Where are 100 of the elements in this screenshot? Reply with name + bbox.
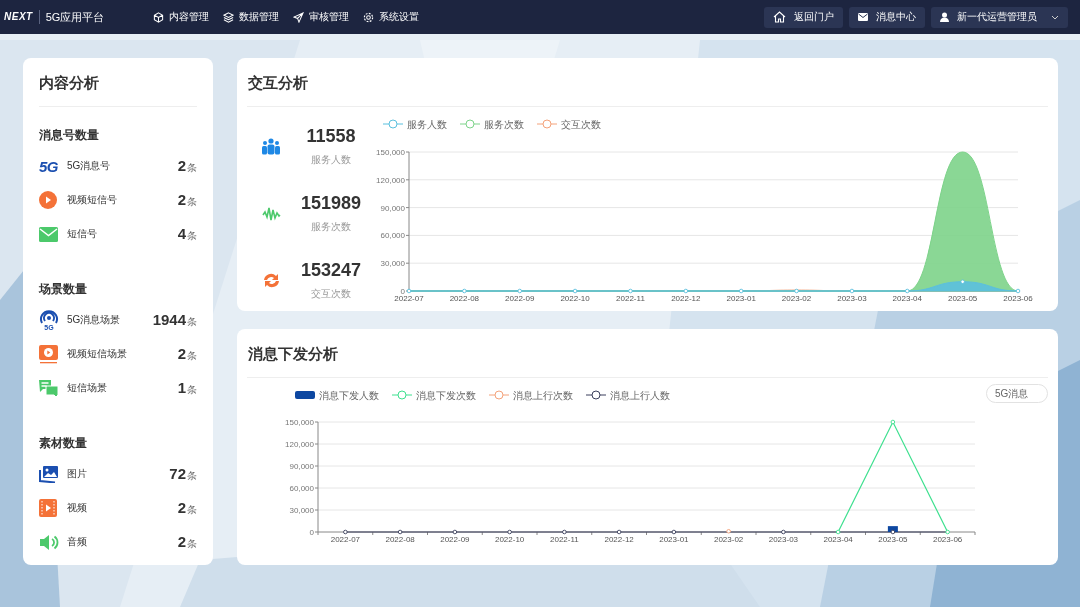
user-icon (940, 12, 949, 22)
item-label: 5G消息场景 (67, 313, 122, 327)
legend-label: 消息下发次数 (416, 389, 476, 401)
data-point (452, 529, 458, 535)
card-title: 消息下发分析 (247, 329, 1048, 378)
axis-label: 30,000 (289, 506, 314, 515)
axis-label: 2023-02 (781, 294, 812, 303)
item-count: 2条 (177, 345, 197, 363)
logo: NEXT (4, 10, 40, 24)
legend-item[interactable]: 消息上行人数 (585, 389, 670, 401)
data-point (835, 529, 841, 535)
item-count: 72条 (169, 465, 197, 483)
data-point (738, 288, 744, 294)
item-label: 视频 (67, 501, 88, 515)
axis-label: 2022-10 (494, 535, 525, 544)
legend-item[interactable]: 交互次数 (536, 118, 601, 130)
video-icon (39, 344, 58, 364)
data-point (890, 529, 896, 535)
stat-label: 交互次数 (311, 287, 351, 301)
chat-icon (39, 378, 58, 398)
data-point (726, 529, 731, 534)
item-count: 1944条 (152, 311, 197, 329)
item-label: 视频短信场景 (67, 347, 128, 361)
axis-label: 2022-12 (604, 535, 634, 544)
data-point (517, 288, 522, 294)
axis-label: 90,000 (289, 462, 314, 471)
legend-item[interactable]: 消息下发人数 (295, 389, 379, 401)
item-count: 2条 (177, 191, 197, 209)
data-point (562, 529, 567, 535)
data-point (1015, 288, 1021, 294)
refresh-icon (261, 271, 281, 290)
layers-icon (222, 11, 234, 23)
axis-label: 2023-01 (726, 294, 756, 303)
axis-label: 2022-09 (505, 294, 535, 303)
card-title: 内容分析 (39, 72, 197, 107)
axis-label: 2022-07 (330, 535, 361, 544)
data-point (794, 288, 799, 294)
card-title: 交互分析 (247, 58, 1048, 107)
axis-label: 120,000 (285, 440, 314, 449)
header-button[interactable]: 新一代运营管理员 (931, 6, 1068, 28)
legend-item[interactable]: 服务次数 (459, 118, 524, 130)
item-label: 5G消息号 (67, 159, 112, 173)
stat-value: 153247 (300, 260, 362, 281)
nav-link[interactable]: 数据管理 (222, 10, 279, 24)
axis-label: 120,000 (376, 175, 405, 185)
axis-label: 30,000 (380, 259, 405, 269)
stat-value: 151989 (300, 193, 362, 214)
nav-link[interactable]: 内容管理 (152, 10, 209, 24)
5g-logo-icon: 5G (39, 157, 58, 175)
data-point (849, 288, 855, 294)
axis-label: 2022-12 (671, 294, 701, 303)
item-label: 图片 (67, 467, 88, 481)
header-button[interactable]: 消息中心 (849, 6, 925, 28)
legend-item[interactable]: 消息上行次数 (488, 389, 573, 401)
legend-label: 消息下发人数 (319, 389, 379, 401)
axis-label: 60,000 (380, 231, 405, 241)
axis-label: 2022-08 (449, 294, 480, 303)
data-point (507, 529, 512, 535)
legend-label: 交互次数 (561, 118, 601, 130)
mail-icon (858, 13, 868, 21)
axis-label: 2022-10 (560, 294, 590, 303)
legend-item[interactable]: 消息下发次数 (391, 389, 476, 401)
data-point (343, 529, 348, 535)
item-count: 2条 (177, 157, 197, 175)
section-title: 素材数量 (39, 435, 88, 451)
data-point (616, 529, 622, 535)
data-point (960, 279, 965, 284)
nav-link[interactable]: 审核管理 (292, 10, 349, 24)
app-title: 5G应用平台 (45, 9, 106, 25)
mail-icon (39, 226, 58, 242)
data-point (683, 288, 689, 294)
axis-label: 2023-04 (892, 294, 922, 303)
axis-label: 2023-05 (947, 294, 978, 303)
axis-label: 2023-03 (837, 294, 867, 303)
data-point (628, 288, 633, 294)
section-title: 场景数量 (39, 281, 88, 297)
settings-icon (362, 11, 374, 23)
item-count: 4条 (177, 225, 197, 243)
stat-label: 服务人数 (311, 153, 351, 167)
axis-label: 60,000 (289, 484, 314, 493)
speaker-icon (39, 533, 59, 551)
axis-label: 2022-11 (616, 294, 645, 303)
stat-value: 11558 (306, 126, 356, 147)
legend-item[interactable]: 服务人数 (382, 118, 447, 130)
axis-label: 2022-07 (394, 294, 424, 303)
data-point (671, 529, 677, 535)
axis-label: 2023-06 (1003, 294, 1033, 303)
data-point (572, 288, 578, 294)
legend-label: 消息上行人数 (610, 389, 670, 401)
axis-label: 2023-03 (768, 535, 799, 544)
axis-label: 90,000 (380, 203, 405, 213)
axis-label: 2022-09 (440, 535, 470, 544)
section-title: 消息号数量 (39, 127, 100, 143)
data-point (406, 288, 412, 294)
axis-label: 0 (309, 528, 314, 537)
header-button[interactable]: 返回门户 (764, 6, 843, 28)
nav-link[interactable]: 系统设置 (362, 10, 419, 24)
home-icon (773, 11, 786, 23)
axis-label: 2023-04 (823, 535, 853, 544)
waveform-icon (261, 205, 281, 222)
